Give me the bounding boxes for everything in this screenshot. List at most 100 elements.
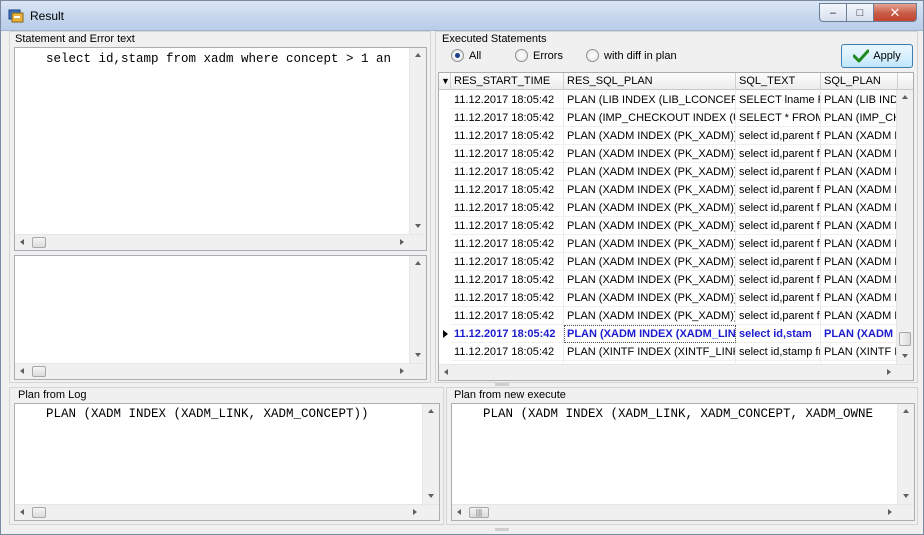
cell-sql-plan[interactable]: PLAN (IMP_CHE <box>821 109 898 127</box>
row-indicator[interactable] <box>439 217 451 235</box>
table-row[interactable]: 11.12.2017 18:05:42 PLAN (XADM INDEX (PK_… <box>439 253 898 271</box>
cell-sql-plan[interactable]: PLAN (XADM IN <box>821 199 898 217</box>
cell-res-sql-plan[interactable]: PLAN (XADM INDEX (XADM_LIN <box>564 325 736 343</box>
cell-sql-text[interactable]: SELECT lname FR <box>736 91 821 109</box>
table-row[interactable]: 11.12.2017 18:05:42 PLAN (IMP_CHECKOUT IN… <box>439 109 898 127</box>
scroll-left-icon[interactable] <box>20 509 24 515</box>
table-row[interactable]: 11.12.2017 18:05:42 PLAN (XADM INDEX (XAD… <box>439 325 898 343</box>
cell-sql-text[interactable]: select id,parent f <box>736 163 821 181</box>
scroll-right-icon[interactable] <box>400 368 404 374</box>
cell-res-start-time[interactable]: 11.12.2017 18:05:42 <box>451 325 564 343</box>
sort-indicator-cell[interactable]: ▼ <box>439 73 451 90</box>
cell-sql-text[interactable]: select id,parent f <box>736 253 821 271</box>
scroll-up-icon[interactable] <box>415 53 421 57</box>
title-bar[interactable]: Result – □ ✕ <box>1 1 923 31</box>
cell-res-start-time[interactable]: 11.12.2017 18:05:42 <box>451 253 564 271</box>
plan-new-hscroll[interactable]: ||| <box>452 504 914 520</box>
filter-all-radio[interactable]: All <box>451 49 481 62</box>
grid-vscroll-thumb[interactable] <box>899 332 911 346</box>
plan-log-editor[interactable]: PLAN (XADM INDEX (XADM_LINK, XADM_CONCEP… <box>14 403 440 521</box>
scroll-right-icon[interactable] <box>888 509 892 515</box>
cell-res-start-time[interactable]: 11.12.2017 18:05:42 <box>451 109 564 127</box>
row-indicator[interactable] <box>439 109 451 127</box>
cell-res-sql-plan[interactable]: PLAN (XADM INDEX (PK_XADM)) <box>564 271 736 289</box>
table-row[interactable]: 11.12.2017 18:05:42 PLAN (XADM INDEX (PK_… <box>439 181 898 199</box>
cell-sql-plan[interactable]: PLAN (LIB INDE <box>821 91 898 109</box>
close-button[interactable]: ✕ <box>873 3 917 22</box>
cell-sql-text[interactable]: select id,parent f <box>736 199 821 217</box>
scroll-left-icon[interactable] <box>20 368 24 374</box>
cell-sql-plan[interactable]: PLAN (XADM IN <box>821 271 898 289</box>
row-indicator[interactable] <box>439 91 451 109</box>
cell-res-start-time[interactable]: 11.12.2017 18:05:42 <box>451 217 564 235</box>
plan-new-vscroll[interactable] <box>897 404 914 504</box>
cell-sql-text[interactable]: select id,parent f <box>736 145 821 163</box>
cell-sql-plan[interactable]: PLAN (XADM IN <box>821 235 898 253</box>
cell-sql-plan[interactable]: PLAN (XADM IN <box>821 181 898 199</box>
cell-res-sql-plan[interactable]: PLAN (XINTF INDEX (XINTF_LINK, X <box>564 343 736 361</box>
cell-res-start-time[interactable]: 11.12.2017 18:05:42 <box>451 343 564 361</box>
table-row[interactable]: 11.12.2017 18:05:42 PLAN (XADM INDEX (PK_… <box>439 289 898 307</box>
cell-res-start-time[interactable]: 11.12.2017 18:05:42 <box>451 199 564 217</box>
error-vscroll[interactable] <box>409 256 426 363</box>
cell-sql-text[interactable]: select id,parent f <box>736 307 821 325</box>
scroll-right-icon[interactable] <box>400 239 404 245</box>
cell-sql-text[interactable]: select id,parent f <box>736 181 821 199</box>
table-row[interactable]: 11.12.2017 18:05:42 PLAN (XADM INDEX (PK_… <box>439 145 898 163</box>
executed-statements-grid[interactable]: ▼ RES_START_TIME RES_SQL_PLAN SQL_TEXT S… <box>438 72 914 381</box>
row-indicator[interactable] <box>439 253 451 271</box>
row-indicator[interactable] <box>439 163 451 181</box>
scroll-up-icon[interactable] <box>903 409 909 413</box>
maximize-button[interactable]: □ <box>846 3 873 22</box>
cell-res-sql-plan[interactable]: PLAN (XADM INDEX (PK_XADM)) <box>564 181 736 199</box>
statement-hscroll[interactable] <box>15 234 426 250</box>
grid-vscroll[interactable] <box>896 90 913 364</box>
cell-sql-plan[interactable]: PLAN (XADM I <box>821 325 898 343</box>
cell-sql-plan[interactable]: PLAN (XADM IN <box>821 253 898 271</box>
cell-sql-text[interactable]: select id,parent f <box>736 235 821 253</box>
row-indicator[interactable] <box>439 127 451 145</box>
cell-res-sql-plan[interactable]: PLAN (IMP_CHECKOUT INDEX (UNC <box>564 109 736 127</box>
cell-sql-plan[interactable]: PLAN (XADM IN <box>821 127 898 145</box>
scroll-left-icon[interactable] <box>457 509 461 515</box>
row-indicator[interactable] <box>439 307 451 325</box>
cell-res-sql-plan[interactable]: PLAN (XADM INDEX (PK_XADM)) <box>564 199 736 217</box>
cell-sql-text[interactable]: select id,parent f <box>736 127 821 145</box>
error-hscroll[interactable] <box>15 363 426 379</box>
cell-sql-plan[interactable]: PLAN (XADM IN <box>821 145 898 163</box>
cell-res-start-time[interactable]: 11.12.2017 18:05:42 <box>451 307 564 325</box>
scroll-down-icon[interactable] <box>428 494 434 498</box>
cell-res-start-time[interactable]: 11.12.2017 18:05:42 <box>451 289 564 307</box>
scroll-down-icon[interactable] <box>902 354 908 358</box>
minimize-button[interactable]: – <box>819 3 846 22</box>
plan-log-vscroll[interactable] <box>422 404 439 504</box>
scroll-down-icon[interactable] <box>415 224 421 228</box>
cell-sql-plan[interactable]: PLAN (XADM IN <box>821 289 898 307</box>
cell-res-start-time[interactable]: 11.12.2017 18:05:42 <box>451 235 564 253</box>
col-header-res-sql-plan[interactable]: RES_SQL_PLAN <box>564 73 736 90</box>
cell-sql-text[interactable]: SELECT * FROM i <box>736 109 821 127</box>
col-header-res-start-time[interactable]: RES_START_TIME <box>451 73 564 90</box>
cell-res-start-time[interactable]: 11.12.2017 18:05:42 <box>451 181 564 199</box>
cell-res-sql-plan[interactable]: PLAN (XADM INDEX (PK_XADM)) <box>564 217 736 235</box>
splitter-grip[interactable] <box>495 383 509 386</box>
grid-hscroll[interactable] <box>439 364 913 380</box>
scroll-left-icon[interactable] <box>444 369 448 375</box>
plan-new-hscroll-thumb[interactable]: ||| <box>469 507 489 518</box>
plan-log-hscroll[interactable] <box>15 504 439 520</box>
filter-errors-radio[interactable]: Errors <box>515 49 563 62</box>
table-row[interactable]: 11.12.2017 18:05:42 PLAN (XADM INDEX (PK_… <box>439 199 898 217</box>
cell-res-start-time[interactable]: 11.12.2017 18:05:42 <box>451 163 564 181</box>
cell-res-sql-plan[interactable]: PLAN (XADM INDEX (PK_XADM)) <box>564 163 736 181</box>
cell-sql-text[interactable]: select id,parent f <box>736 217 821 235</box>
row-indicator[interactable] <box>439 289 451 307</box>
cell-res-start-time[interactable]: 11.12.2017 18:05:42 <box>451 91 564 109</box>
col-header-sql-plan[interactable]: SQL_PLAN <box>821 73 898 90</box>
cell-sql-text[interactable]: select id,parent f <box>736 271 821 289</box>
filter-diff-radio[interactable]: with diff in plan <box>586 49 677 62</box>
scroll-right-icon[interactable] <box>413 509 417 515</box>
cell-res-sql-plan[interactable]: PLAN (LIB INDEX (LIB_LCONCEPT)) <box>564 91 736 109</box>
scroll-left-icon[interactable] <box>20 239 24 245</box>
table-row[interactable]: 11.12.2017 18:05:42 PLAN (LIB INDEX (LIB_… <box>439 91 898 109</box>
cell-res-start-time[interactable]: 11.12.2017 18:05:42 <box>451 145 564 163</box>
